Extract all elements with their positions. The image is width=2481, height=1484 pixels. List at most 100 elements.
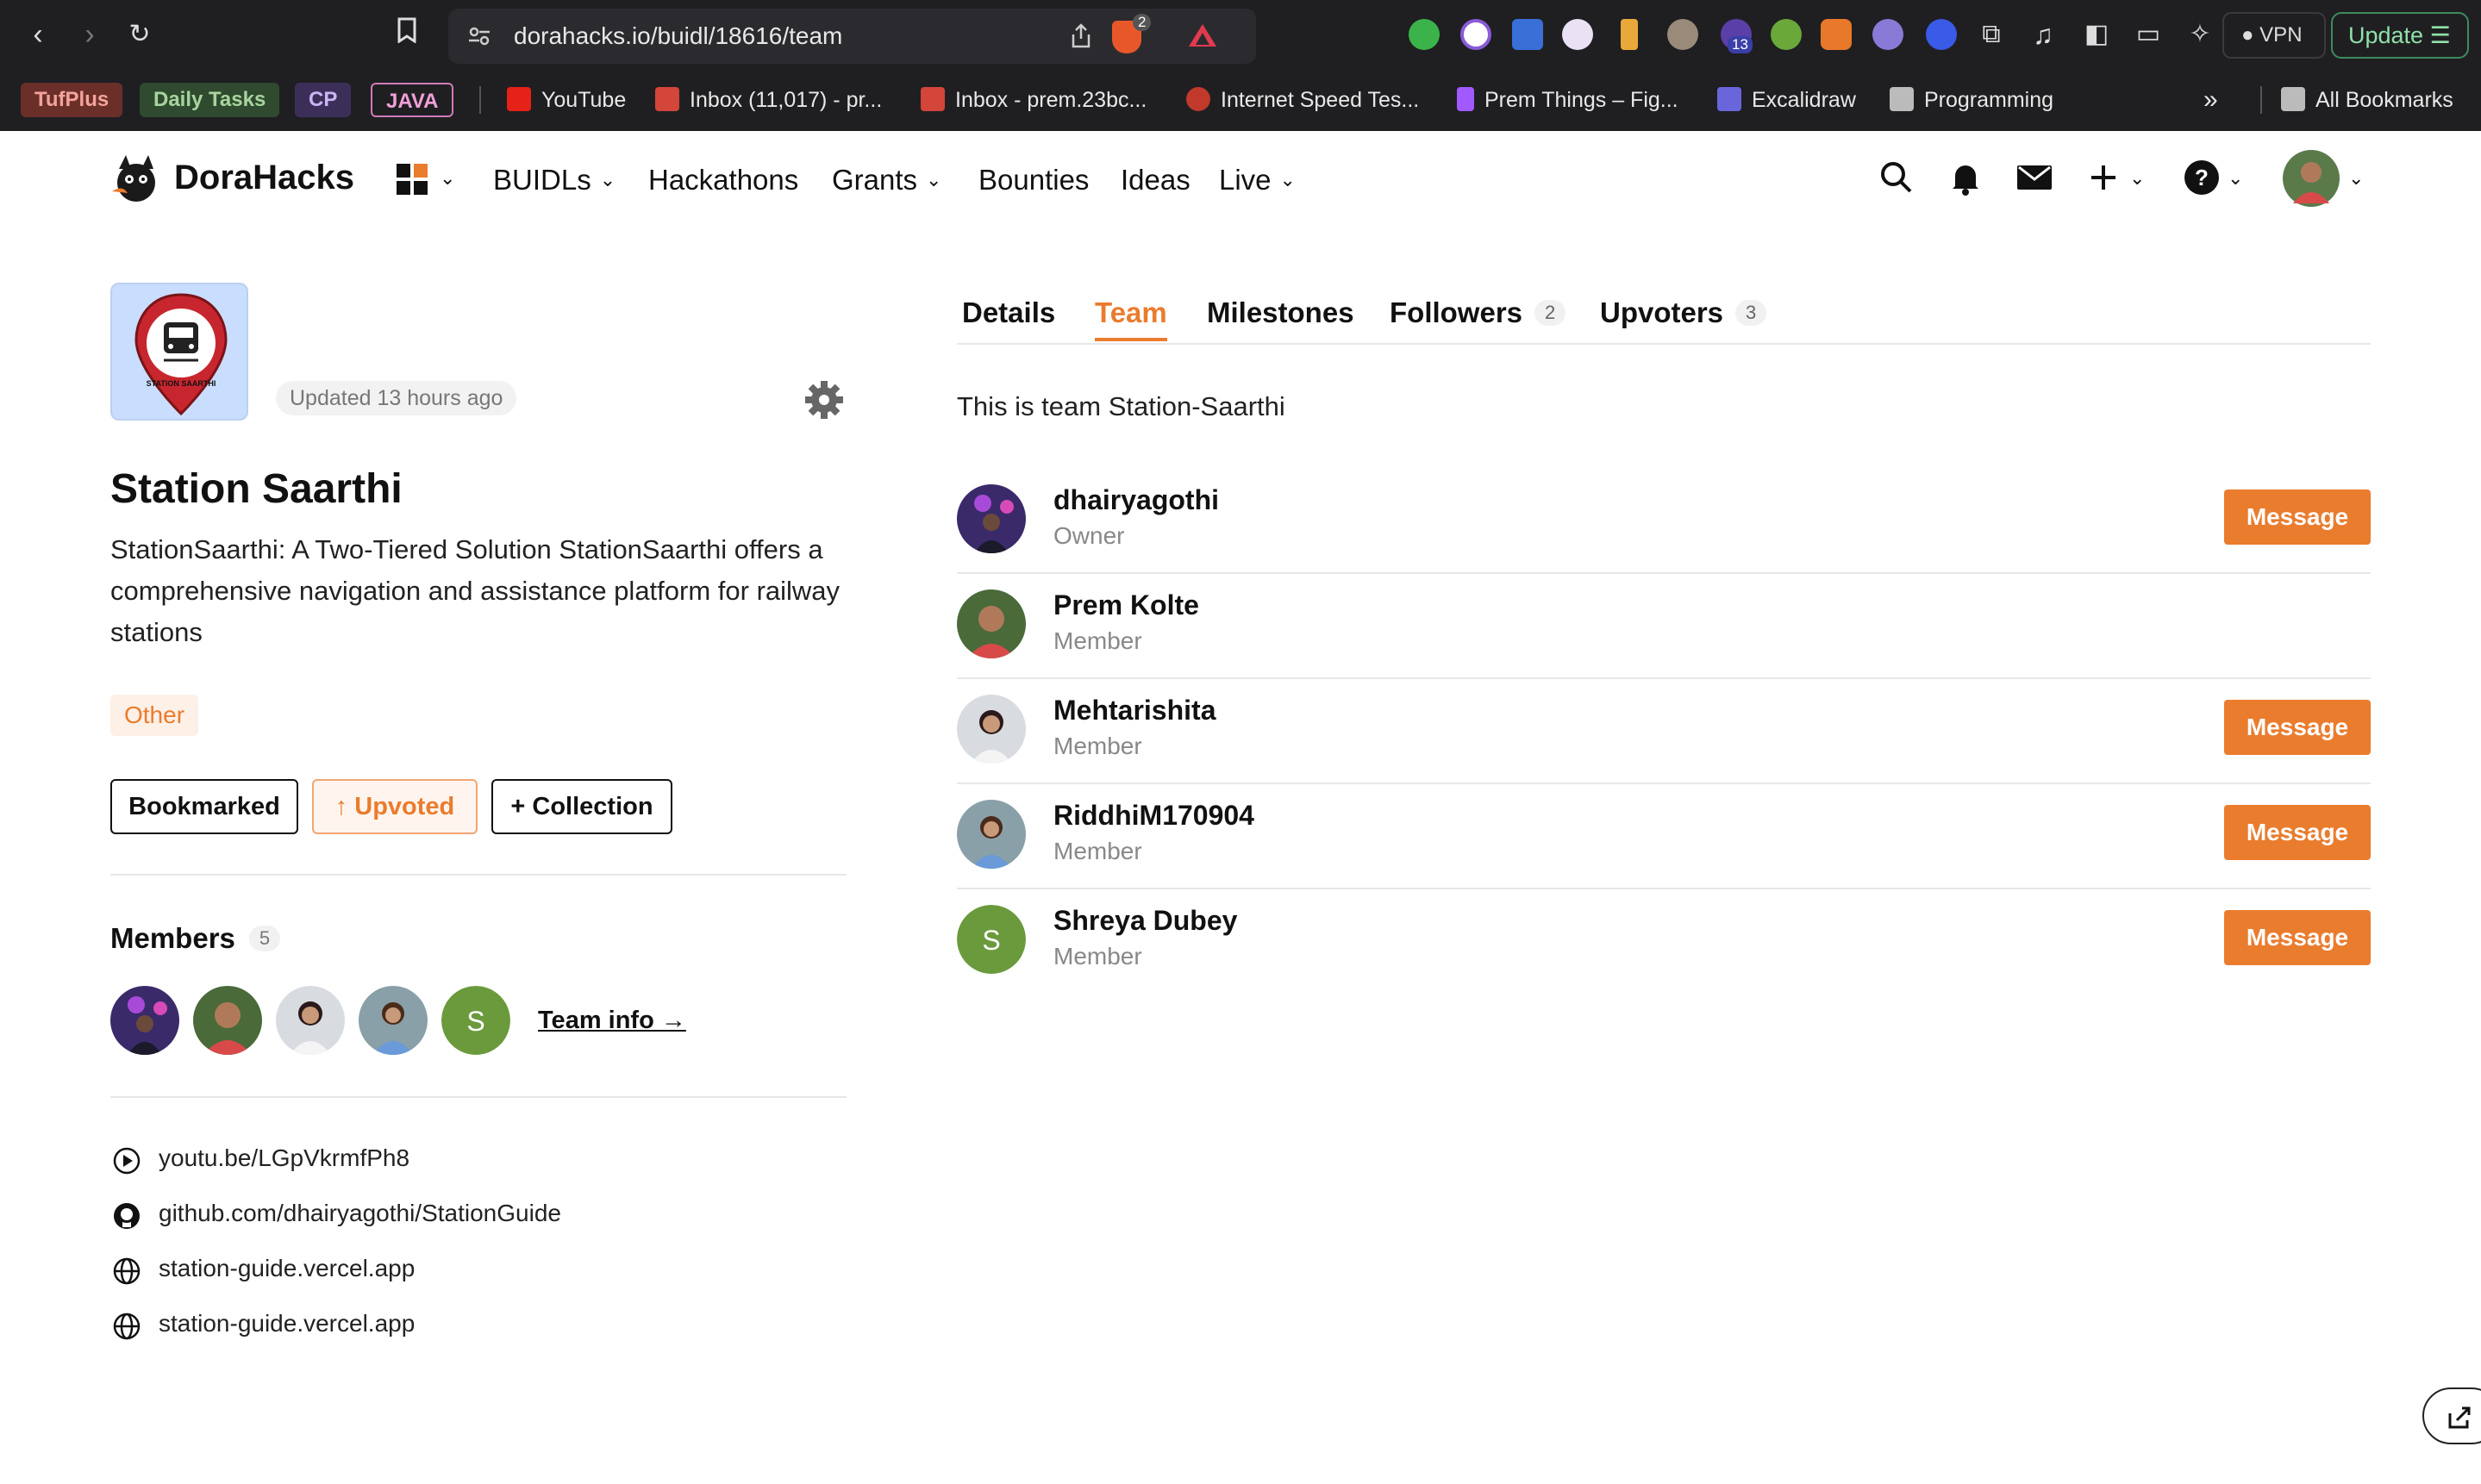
plus-icon[interactable]: [2083, 157, 2124, 198]
bookmark-divider: [479, 86, 481, 114]
bookmark-speedtest[interactable]: Internet Speed Tes...: [1186, 83, 1419, 117]
member-name[interactable]: Prem Kolte: [1053, 589, 1199, 621]
bookmark-gmail-1[interactable]: Inbox (11,017) - pr...: [655, 83, 882, 117]
all-bookmarks[interactable]: All Bookmarks: [2281, 83, 2453, 117]
search-icon[interactable]: [1876, 157, 1917, 198]
link-text: github.com/dhairyagothi/StationGuide: [159, 1200, 561, 1226]
extension-icon[interactable]: [1872, 19, 1903, 50]
nav-ideas[interactable]: Ideas: [1121, 164, 1191, 196]
nav-buidls[interactable]: BUIDLs ⌄: [493, 164, 616, 196]
chevron-down-icon[interactable]: ⌄: [2228, 167, 2243, 190]
chevron-down-icon[interactable]: ⌄: [440, 167, 455, 190]
message-button[interactable]: Message: [2224, 700, 2371, 755]
divider: [110, 1096, 847, 1098]
leo-ai-icon[interactable]: ✧: [2183, 17, 2217, 52]
member-role: Owner: [1053, 522, 1125, 549]
nav-bounties[interactable]: Bounties: [978, 164, 1089, 196]
member-name[interactable]: Mehtarishita: [1053, 695, 1216, 726]
brand-name[interactable]: DoraHacks: [174, 159, 354, 197]
upvoted-button[interactable]: ↑ Upvoted: [312, 779, 478, 834]
member-avatar[interactable]: [957, 484, 1026, 553]
member-avatar[interactable]: [957, 589, 1026, 658]
bookmark-folder-tufplus[interactable]: TufPlus: [21, 83, 123, 117]
tab-milestones[interactable]: Milestones: [1207, 296, 1354, 329]
message-button[interactable]: Message: [2224, 910, 2371, 965]
bookmark-folder-programming[interactable]: Programming: [1890, 83, 2053, 117]
category-tag[interactable]: Other: [110, 695, 199, 736]
member-name[interactable]: dhairyagothi: [1053, 484, 1219, 516]
wallet-icon[interactable]: ▭: [2131, 17, 2165, 52]
gear-icon[interactable]: [803, 379, 845, 421]
extension-icon[interactable]: [1409, 19, 1440, 50]
chevron-down-icon[interactable]: ⌄: [2129, 167, 2145, 190]
member-avatar[interactable]: [193, 986, 262, 1055]
bookmark-folder-cp[interactable]: CP: [295, 83, 352, 117]
extensions-puzzle-icon[interactable]: ⧉: [1974, 17, 2009, 52]
help-icon[interactable]: ?: [2181, 157, 2222, 198]
back-icon[interactable]: ‹: [21, 17, 55, 52]
bookmark-label: Inbox (11,017) - pr...: [690, 88, 883, 112]
extension-badge: 13: [1728, 36, 1753, 53]
logo-text: STATION SAARTHI: [147, 379, 216, 388]
member-avatar[interactable]: [957, 695, 1026, 764]
bookmark-figma[interactable]: Prem Things – Fig...: [1457, 83, 1678, 117]
link-text: station-guide.vercel.app: [159, 1255, 416, 1281]
bookmark-divider: [2260, 86, 2262, 114]
member-avatar[interactable]: [957, 800, 1026, 869]
metamask-icon[interactable]: [1821, 19, 1852, 50]
team-info-link[interactable]: Team info →: [538, 1007, 686, 1035]
url-text[interactable]: dorahacks.io/buidl/18616/team: [514, 22, 842, 50]
extension-icon[interactable]: [1667, 19, 1698, 50]
bell-icon[interactable]: [1945, 157, 1986, 198]
nav-live[interactable]: Live ⌄: [1219, 164, 1296, 196]
add-collection-button[interactable]: + Collection: [491, 779, 672, 834]
user-avatar[interactable]: [2283, 150, 2340, 207]
media-icon[interactable]: ♫: [2026, 17, 2060, 52]
tab-details[interactable]: Details: [962, 296, 1055, 329]
share-page-icon[interactable]: [1069, 22, 1093, 50]
bookmark-folder-java[interactable]: JAVA: [371, 83, 454, 117]
extension-icon[interactable]: [1926, 19, 1957, 50]
lock-extension-icon[interactable]: [1621, 19, 1638, 50]
member-avatar[interactable]: [276, 986, 345, 1055]
member-name[interactable]: RiddhiM170904: [1053, 800, 1254, 832]
address-bar[interactable]: dorahacks.io/buidl/18616/team 2: [448, 9, 1256, 64]
bookmark-folder-daily-tasks[interactable]: Daily Tasks: [140, 83, 280, 117]
message-button[interactable]: Message: [2224, 489, 2371, 545]
bookmark-excalidraw[interactable]: Excalidraw: [1717, 83, 1856, 117]
nav-hackathons[interactable]: Hackathons: [648, 164, 798, 196]
site-settings-icon[interactable]: [467, 26, 491, 47]
chevron-down-icon: ⌄: [926, 169, 942, 190]
vpn-button[interactable]: ● VPN: [2222, 12, 2326, 59]
member-avatar[interactable]: [359, 986, 428, 1055]
tab-upvoters[interactable]: Upvoters 3: [1600, 296, 1767, 329]
bookmarks-overflow-icon[interactable]: »: [2203, 83, 2218, 117]
member-avatar-initial[interactable]: S: [957, 905, 1026, 974]
brave-rewards-icon[interactable]: [1188, 22, 1217, 48]
apps-grid-icon[interactable]: [397, 164, 428, 195]
chevron-down-icon[interactable]: ⌄: [2348, 167, 2364, 190]
extension-icon[interactable]: [1771, 19, 1802, 50]
tab-team[interactable]: Team: [1095, 296, 1167, 341]
message-button[interactable]: Message: [2224, 805, 2371, 860]
forward-icon[interactable]: ›: [72, 17, 107, 52]
update-button[interactable]: Update ☰: [2331, 12, 2469, 59]
dorahacks-logo-icon[interactable]: [110, 153, 162, 205]
bookmark-youtube[interactable]: YouTube: [507, 83, 626, 117]
extension-icon[interactable]: [1460, 19, 1491, 50]
bookmark-page-icon[interactable]: [390, 17, 424, 52]
nav-grants[interactable]: Grants ⌄: [832, 164, 941, 196]
reload-icon[interactable]: ↻: [122, 17, 157, 52]
floating-share-button[interactable]: [2422, 1387, 2481, 1444]
member-name[interactable]: Shreya Dubey: [1053, 905, 1237, 937]
sidebar-icon[interactable]: ◧: [2079, 17, 2114, 52]
member-avatar-initial[interactable]: S: [441, 986, 510, 1055]
extension-icon[interactable]: [1512, 19, 1543, 50]
tab-label: Followers: [1390, 296, 1523, 328]
member-avatar[interactable]: [110, 986, 179, 1055]
extension-icon[interactable]: [1562, 19, 1593, 50]
bookmarked-button[interactable]: Bookmarked: [110, 779, 298, 834]
mail-icon[interactable]: [2014, 157, 2055, 198]
tab-followers[interactable]: Followers 2: [1390, 296, 1566, 329]
bookmark-gmail-2[interactable]: Inbox - prem.23bc...: [921, 83, 1147, 117]
